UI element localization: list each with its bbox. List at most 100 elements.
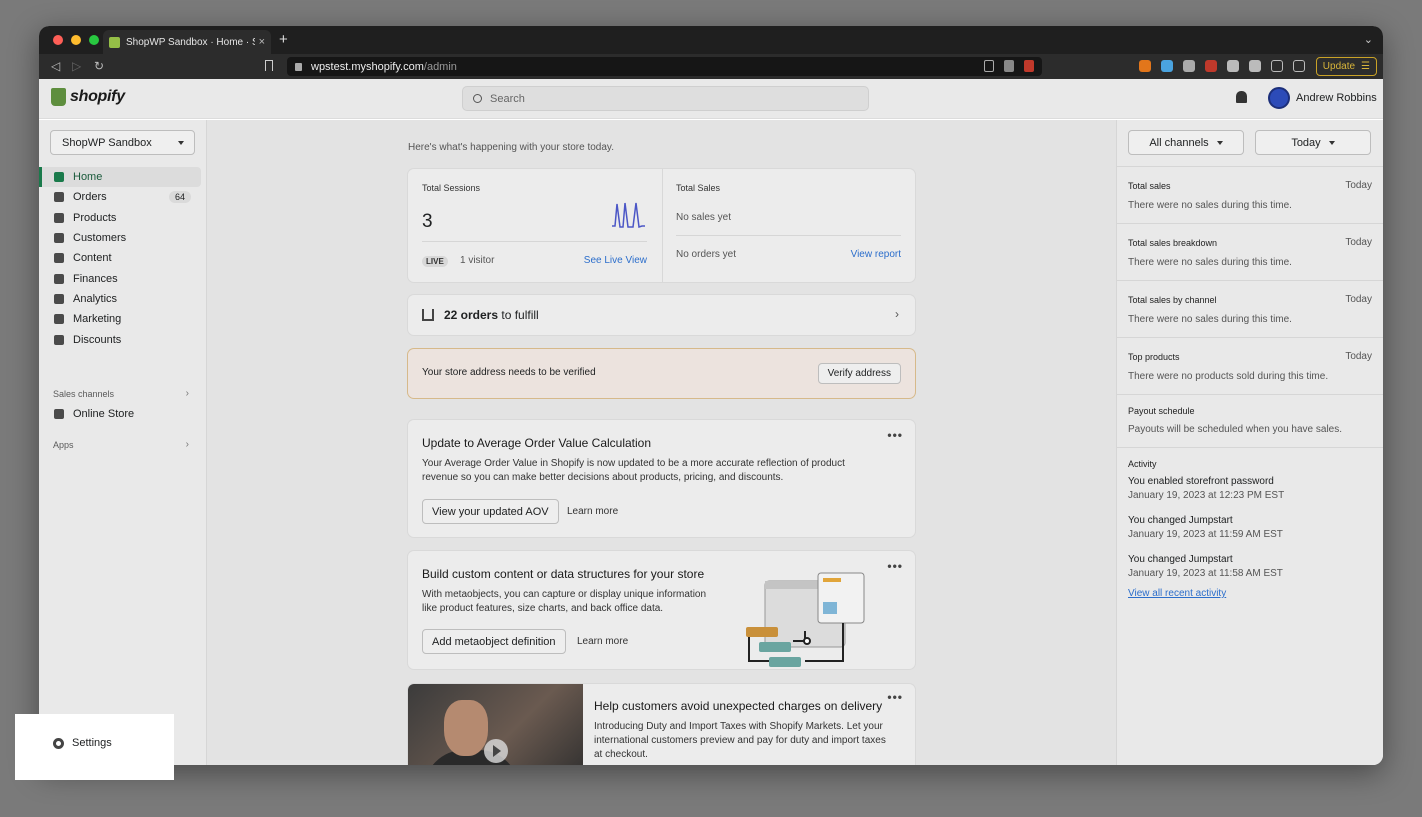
- view-report-link[interactable]: View report: [851, 249, 901, 260]
- channels-dropdown[interactable]: All channels: [1128, 130, 1244, 155]
- address-toolbar: ◁ ▷ ↻ wpstest.myshopify.com/admin Update: [39, 54, 1383, 79]
- extension-icon[interactable]: [1161, 60, 1173, 72]
- search-input[interactable]: Search: [462, 86, 869, 111]
- maximize-window-button[interactable]: [89, 35, 99, 45]
- sidebar-item-home[interactable]: Home: [39, 167, 201, 188]
- tab-close-icon[interactable]: ×: [259, 36, 265, 48]
- sales-breakdown-section[interactable]: Total sales breakdown Today There were n…: [1117, 223, 1383, 280]
- target-icon: [54, 314, 64, 325]
- meta-learn-more-link[interactable]: Learn more: [577, 635, 628, 649]
- tab-menu-chevron-icon[interactable]: ⌄: [1364, 33, 1373, 46]
- more-options-icon[interactable]: •••: [887, 690, 903, 704]
- orders-to-fulfill-card[interactable]: 22 orders to fulfill ›: [408, 295, 915, 335]
- payout-section[interactable]: Payout schedule Payouts will be schedule…: [1117, 394, 1383, 447]
- aov-learn-more-link[interactable]: Learn more: [567, 505, 618, 519]
- play-icon[interactable]: [484, 739, 508, 763]
- channels-value: All channels: [1149, 136, 1209, 149]
- back-icon[interactable]: ◁: [51, 59, 60, 73]
- sidebar-item-settings[interactable]: Settings: [53, 737, 112, 749]
- update-button[interactable]: Update ☰: [1315, 57, 1377, 76]
- verify-address-button[interactable]: Verify address: [817, 363, 901, 384]
- orders-count: 22 orders: [444, 308, 499, 322]
- aov-title: Update to Average Order Value Calculatio…: [422, 436, 652, 450]
- aov-body-line2: revenue so you can make better decisions…: [422, 472, 784, 483]
- sidebar-item-online-store[interactable]: Online Store: [39, 404, 207, 424]
- no-sales-text: No sales yet: [676, 212, 732, 223]
- minimize-window-button[interactable]: [71, 35, 81, 45]
- new-tab-button[interactable]: +: [279, 31, 288, 48]
- sales-label: Total Sales: [676, 183, 721, 193]
- forward-icon[interactable]: ▷: [72, 59, 81, 73]
- activity-text: You enabled storefront password: [1128, 476, 1274, 487]
- activity-item: You changed Jumpstart January 19, 2023 a…: [1128, 553, 1283, 581]
- reload-icon[interactable]: ↻: [94, 59, 104, 73]
- wallet-icon[interactable]: [1293, 60, 1305, 72]
- view-all-activity-link[interactable]: View all recent activity: [1128, 587, 1226, 601]
- activity-text: You changed Jumpstart: [1128, 515, 1233, 526]
- close-window-button[interactable]: [53, 35, 63, 45]
- section-text: There were no sales during this time.: [1128, 200, 1292, 211]
- puzzle-icon[interactable]: [1227, 60, 1239, 72]
- sidebar-item-products[interactable]: Products: [39, 208, 207, 228]
- url-host: wpstest.myshopify.com: [311, 60, 424, 73]
- bookmark-icon[interactable]: [265, 60, 273, 71]
- total-sales-section[interactable]: Total sales Today There were no sales du…: [1117, 166, 1383, 223]
- store-selector[interactable]: ShopWP Sandbox: [50, 130, 195, 155]
- meta-body-line2: like product features, size charts, and …: [422, 603, 664, 614]
- divider: [676, 235, 901, 236]
- see-live-view-link[interactable]: See Live View: [584, 255, 647, 266]
- metamask-icon[interactable]: [1139, 60, 1151, 72]
- sales-by-channel-section[interactable]: Total sales by channel Today There were …: [1117, 280, 1383, 337]
- metaobjects-card: ••• Build custom content or data structu…: [408, 551, 915, 669]
- add-metaobject-button[interactable]: Add metaobject definition: [422, 629, 566, 654]
- sidebar-item-finances[interactable]: Finances: [39, 268, 207, 288]
- home-icon: [54, 172, 64, 183]
- sales-channels-heading[interactable]: Sales channels: [53, 389, 114, 399]
- more-options-icon[interactable]: •••: [887, 428, 903, 442]
- sidebar-item-content[interactable]: Content: [39, 248, 207, 268]
- search-icon: [473, 94, 482, 103]
- reading-list-icon[interactable]: [1249, 60, 1261, 72]
- promo-video-thumbnail[interactable]: [408, 684, 583, 765]
- browser-tab[interactable]: ShopWP Sandbox · Home · Shop ×: [103, 30, 271, 54]
- extension-icon[interactable]: [1183, 60, 1195, 72]
- shopify-logo[interactable]: shopify: [51, 88, 125, 106]
- store-icon: [54, 409, 64, 420]
- activity-item: You enabled storefront password January …: [1128, 475, 1284, 503]
- sidebar-item-orders[interactable]: Orders 64: [39, 187, 207, 207]
- share-icon[interactable]: [984, 60, 994, 72]
- sidebar-item-discounts[interactable]: Discounts: [39, 329, 207, 349]
- right-panel: All channels Today Total sales Today The…: [1116, 120, 1383, 765]
- aov-card: ••• Update to Average Order Value Calcul…: [408, 420, 915, 537]
- top-products-section[interactable]: Top products Today There were no product…: [1117, 337, 1383, 394]
- content-icon: [54, 253, 64, 264]
- notification-bell-icon[interactable]: [1236, 91, 1247, 103]
- section-date: Today: [1345, 294, 1372, 305]
- user-menu[interactable]: Andrew Robbins: [1268, 87, 1377, 109]
- brave-shield-icon[interactable]: [1004, 60, 1014, 72]
- store-name: ShopWP Sandbox: [62, 136, 152, 149]
- chevron-right-icon[interactable]: ›: [186, 388, 189, 399]
- video-person-face: [444, 700, 488, 756]
- sessions-sparkline: [612, 202, 645, 229]
- tab-title: ShopWP Sandbox · Home · Shop: [126, 36, 255, 48]
- sidebar-toggle-icon[interactable]: [1271, 60, 1283, 72]
- extensions: [1139, 60, 1305, 72]
- activity-time: January 19, 2023 at 11:58 AM EST: [1128, 568, 1283, 579]
- sidebar-item-marketing[interactable]: Marketing: [39, 309, 207, 329]
- more-options-icon[interactable]: •••: [887, 559, 903, 573]
- shield-extension-icon[interactable]: [1205, 60, 1217, 72]
- brave-rewards-icon[interactable]: [1024, 60, 1034, 72]
- sidebar-item-customers[interactable]: Customers: [39, 228, 207, 248]
- apps-heading[interactable]: Apps: [53, 440, 74, 450]
- window-controls: [53, 35, 99, 45]
- chevron-right-icon[interactable]: ›: [186, 439, 189, 450]
- avatar: [1268, 87, 1290, 109]
- url-bar[interactable]: wpstest.myshopify.com/admin: [287, 57, 1042, 76]
- view-aov-button[interactable]: View your updated AOV: [422, 499, 559, 524]
- browser-window: ShopWP Sandbox · Home · Shop × + ⌄ ◁ ▷ ↻…: [39, 26, 1383, 765]
- no-orders-text: No orders yet: [676, 249, 737, 260]
- sidebar-item-analytics[interactable]: Analytics: [39, 289, 207, 309]
- period-dropdown[interactable]: Today: [1255, 130, 1371, 155]
- section-title: Top products: [1128, 352, 1180, 362]
